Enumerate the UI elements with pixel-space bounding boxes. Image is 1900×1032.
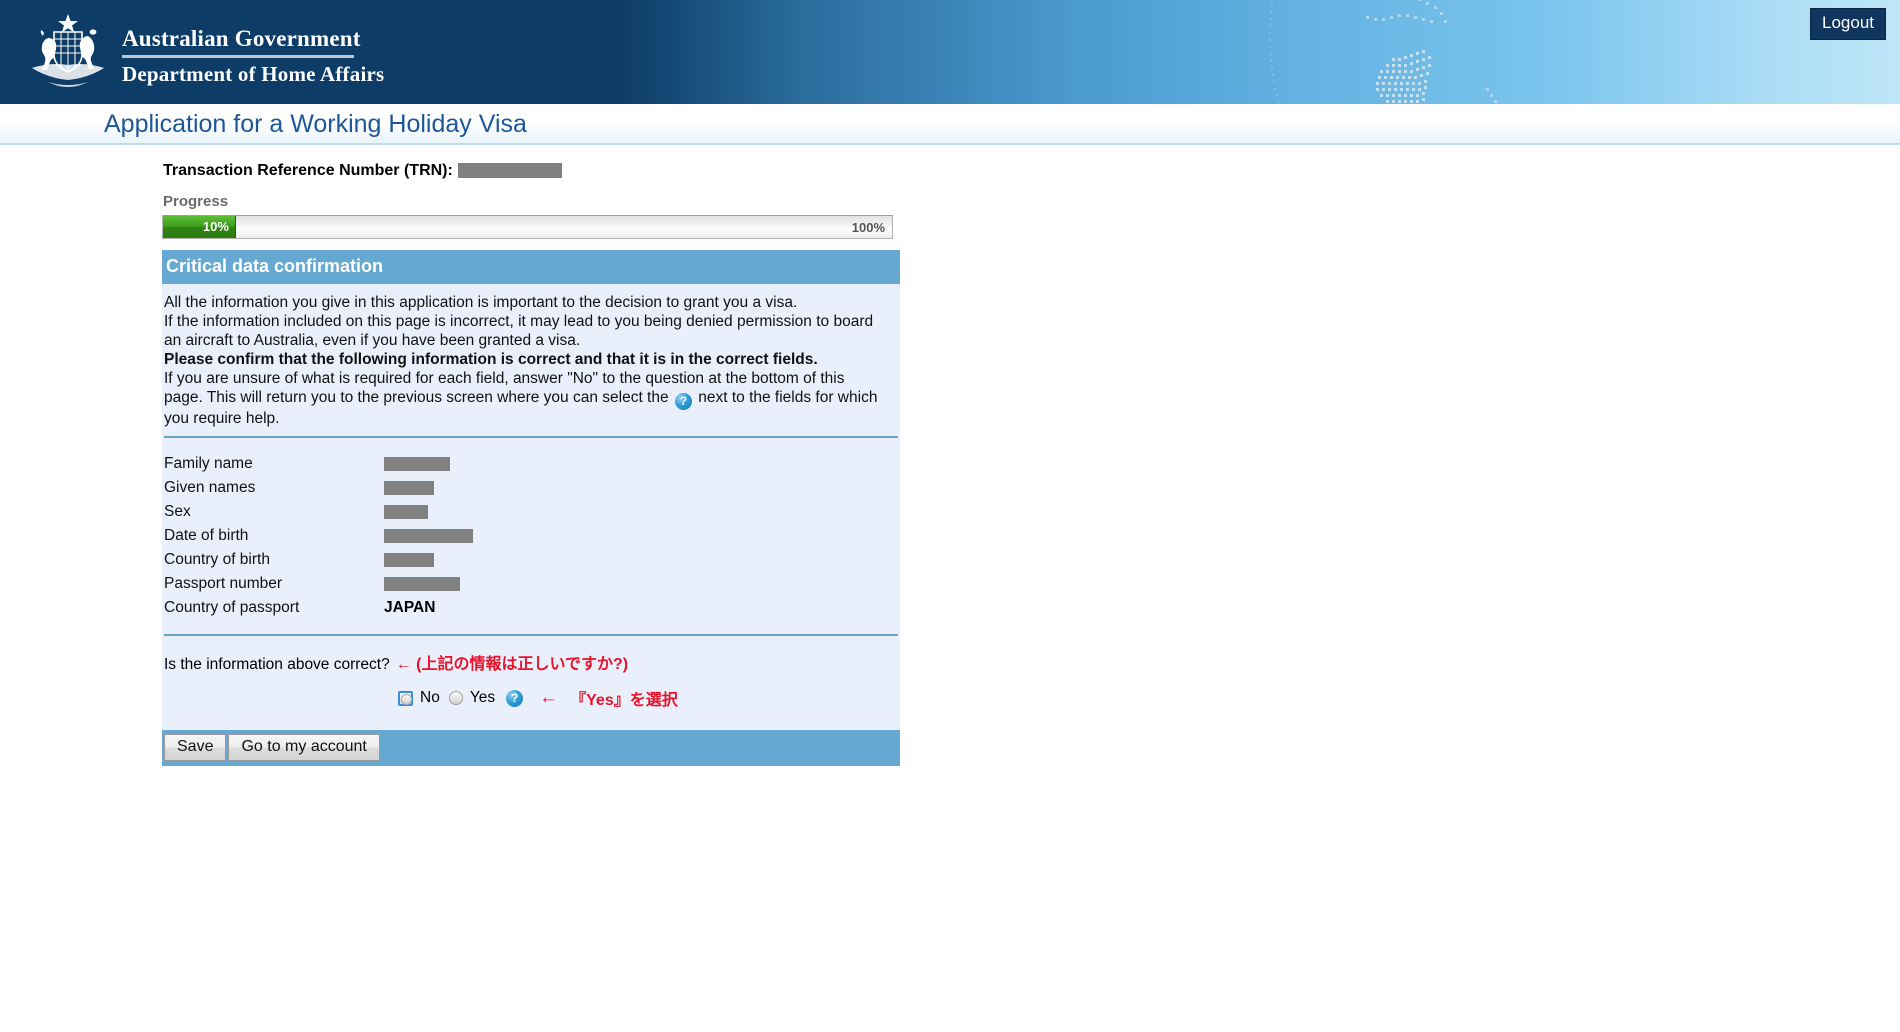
table-row: Passport number xyxy=(164,572,898,596)
trn-line: Transaction Reference Number (TRN): xyxy=(163,162,562,180)
table-row: Given names xyxy=(164,476,898,500)
radio-yes[interactable] xyxy=(448,691,463,706)
dotted-australia-globe-icon xyxy=(1269,0,1497,104)
page-title-bar: Application for a Working Holiday Visa xyxy=(0,104,1900,145)
progress-max-value: 100% xyxy=(851,220,885,235)
trn-label: Transaction Reference Number (TRN): xyxy=(163,162,453,179)
answer-options-row: No Yes ? ← 『Yes』を選択 xyxy=(398,686,900,710)
trn-value-redacted xyxy=(457,163,562,179)
table-row: Date of birth xyxy=(164,524,898,548)
table-row: Sex xyxy=(164,500,898,524)
logout-button[interactable]: Logout xyxy=(1810,8,1886,40)
panel-paragraph-2: If the information included on this page… xyxy=(164,312,874,349)
question-annotation-jp: ← (上記の情報は正しいですか?) xyxy=(395,656,629,674)
critical-data-panel: Critical data confirmation All the infor… xyxy=(162,250,900,767)
confirmation-fields: Family name Given names Sex Date of birt… xyxy=(164,452,898,620)
wordmark-divider xyxy=(122,55,354,58)
field-value-redacted xyxy=(384,481,434,496)
field-value-redacted xyxy=(384,457,450,472)
field-label: Given names xyxy=(164,479,256,497)
field-label: Sex xyxy=(164,503,191,521)
panel-paragraph-4: If you are unsure of what is required fo… xyxy=(164,370,886,429)
field-label: Passport number xyxy=(164,575,283,593)
gov-line-2: Department of Home Affairs xyxy=(122,62,385,86)
field-value-redacted xyxy=(384,529,473,544)
progress-bar-fill: 10% xyxy=(163,216,236,238)
answer-arrow-annotation: ← xyxy=(539,687,559,709)
field-label: Country of birth xyxy=(164,551,270,569)
radio-yes-label: Yes xyxy=(469,689,496,707)
section-divider-bottom xyxy=(164,634,898,637)
help-icon[interactable]: ? xyxy=(506,689,524,707)
progress-label: Progress xyxy=(163,193,229,210)
panel-paragraph-3: Please confirm that the following inform… xyxy=(164,350,818,368)
panel-body: All the information you give in this app… xyxy=(162,284,900,767)
answer-annotation-jp: 『Yes』を選択 xyxy=(570,692,678,710)
progress-current-value: 10% xyxy=(202,219,229,234)
field-value-redacted xyxy=(384,505,428,520)
go-to-my-account-button[interactable]: Go to my account xyxy=(228,734,380,762)
australian-coat-of-arms-icon xyxy=(32,14,104,87)
help-icon[interactable]: ? xyxy=(674,392,692,410)
field-value-redacted xyxy=(384,553,434,568)
radio-no-label: No xyxy=(420,689,440,707)
table-row: Country of passport JAPAN xyxy=(164,596,898,620)
field-label: Country of passport xyxy=(164,599,300,617)
field-value: JAPAN xyxy=(384,599,436,617)
radio-no[interactable] xyxy=(398,690,413,706)
confirmation-question: Is the information above correct? xyxy=(164,656,390,674)
confirmation-question-row: Is the information above correct? ← (上記の… xyxy=(164,650,898,674)
panel-button-bar: Save Go to my account xyxy=(162,730,900,767)
save-button[interactable]: Save xyxy=(164,734,227,762)
field-value-redacted xyxy=(384,577,460,592)
table-row: Family name xyxy=(164,452,898,476)
government-wordmark: Australian Government Department of Home… xyxy=(122,26,384,87)
page-title: Application for a Working Holiday Visa xyxy=(104,110,527,138)
panel-paragraph-1: All the information you give in this app… xyxy=(164,294,798,311)
site-header-banner: Australian Government Department of Home… xyxy=(0,0,1900,104)
field-label: Date of birth xyxy=(164,527,249,545)
progress-bar: 10% 100% xyxy=(162,215,893,239)
field-label: Family name xyxy=(164,455,253,473)
section-divider-top xyxy=(164,436,898,439)
panel-heading: Critical data confirmation xyxy=(162,250,900,284)
table-row: Country of birth xyxy=(164,548,898,572)
gov-line-1: Australian Government xyxy=(122,26,361,51)
